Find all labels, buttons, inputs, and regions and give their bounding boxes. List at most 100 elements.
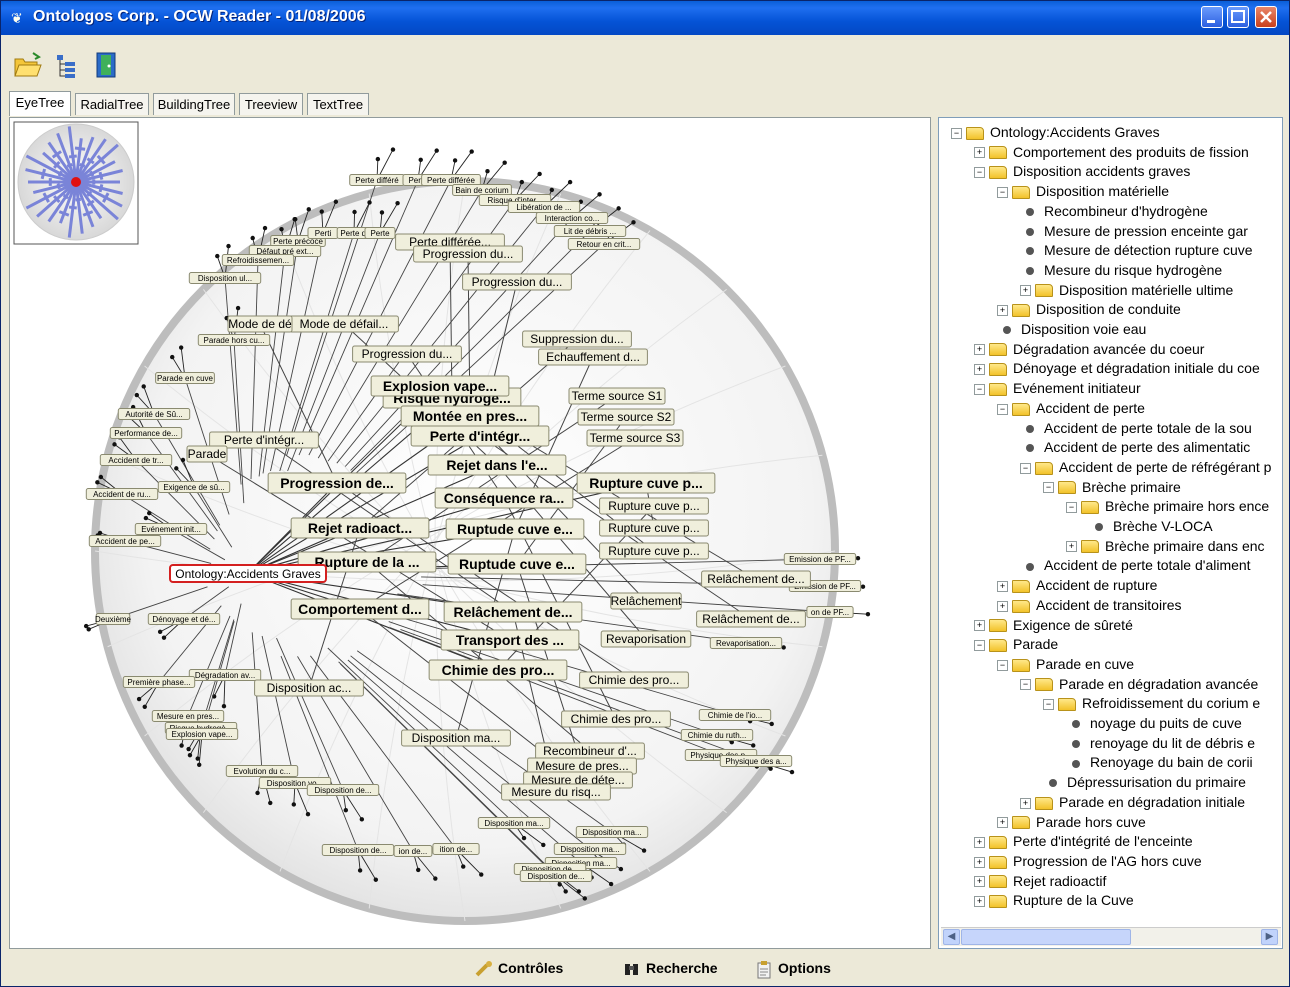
tree-leaf-node[interactable]: Recombineur d'hydrogène (1020, 201, 1208, 221)
options-button[interactable]: Options (755, 959, 831, 979)
graph-node-medium[interactable]: Mode de défail... (289, 315, 399, 333)
eyetree-canvas[interactable]: Perte différé Perte Perte différée Bain de … (9, 117, 931, 949)
graph-node-small[interactable]: Parade en cuve (155, 372, 215, 384)
search-button[interactable]: Recherche (623, 959, 718, 977)
graph-node-small[interactable]: Parade hors cu... (197, 334, 271, 346)
graph-node-small[interactable]: Perte différée (421, 174, 481, 186)
expand-icon[interactable]: + (997, 600, 1008, 612)
tree-leaf-node[interactable]: Accident de perte des alimentatic (1020, 437, 1250, 457)
graph-node-small[interactable]: Chimie de l'io... (698, 709, 772, 721)
graph-node-small[interactable]: Revaporisation... (709, 637, 783, 649)
tree-folder-node[interactable]: + Dénoyage et dégradation initiale du coe (974, 358, 1260, 378)
graph-node-medium[interactable]: Rupture cuve p... (599, 542, 709, 560)
collapse-icon[interactable]: − (997, 403, 1008, 415)
graph-node-small[interactable]: Première phase... (122, 676, 196, 688)
graph-node-small[interactable]: Evolution du c... (225, 765, 299, 777)
graph-node-small[interactable]: ition de... (432, 843, 480, 855)
collapse-icon[interactable]: − (1043, 699, 1054, 711)
tree-leaf-node[interactable]: Brèche V-LOCA (1089, 516, 1213, 536)
expand-icon[interactable]: + (1066, 541, 1077, 553)
collapse-icon[interactable]: − (997, 659, 1008, 671)
open-folder-icon[interactable] (13, 51, 42, 79)
tree-folder-node[interactable]: − Brèche primaire hors ence (1066, 496, 1269, 516)
tree-folder-node[interactable]: − Evénement initiateur (974, 378, 1141, 398)
scroll-left-button[interactable]: ◀ (943, 929, 960, 945)
graph-node-medium[interactable]: Rupture cuve p... (599, 497, 709, 515)
tab-buildingtree[interactable]: BuildingTree (153, 93, 235, 115)
collapse-icon[interactable]: − (974, 383, 985, 395)
expand-icon[interactable]: + (974, 836, 985, 848)
graph-node-small[interactable]: Lit de débris ... (553, 225, 627, 237)
tree-leaf-node[interactable]: Renoyage du bain de corii (1066, 752, 1253, 772)
scroll-thumb[interactable] (961, 929, 1131, 945)
tree-leaf-node[interactable]: Mesure du risque hydrogène (1020, 260, 1222, 280)
graph-node-large[interactable]: Chimie des pro... (428, 659, 568, 681)
tree-folder-node[interactable]: + Rupture de la Cuve (974, 890, 1134, 910)
tab-eyetree[interactable]: EyeTree (9, 91, 71, 116)
graph-node-small[interactable]: Emission de PF... (783, 553, 857, 565)
graph-node-medium[interactable]: Chimie des pro... (561, 710, 671, 728)
collapse-icon[interactable]: − (1020, 679, 1031, 691)
graph-node-small[interactable]: Accident de tr... (99, 454, 173, 466)
tree-folder-node[interactable]: + Brèche primaire dans enc (1066, 536, 1265, 556)
graph-node-small[interactable]: Refroidissemen... (221, 254, 295, 266)
collapse-icon[interactable]: − (997, 186, 1008, 198)
tree-leaf-node[interactable]: Accident de perte totale d'aliment (1020, 555, 1251, 575)
graph-node-medium[interactable]: Suppression du... (522, 330, 632, 348)
graph-node-medium[interactable]: Mode de dé (227, 315, 293, 333)
collapse-icon[interactable]: − (1043, 482, 1054, 494)
collapse-icon[interactable]: − (951, 127, 962, 139)
graph-node-medium[interactable]: Disposition ma... (401, 729, 511, 747)
tree-folder-node[interactable]: + Perte d'intégrité de l'enceinte (974, 831, 1193, 851)
expand-icon[interactable]: + (997, 817, 1008, 829)
tree-leaf-node[interactable]: renoyage du lit de débris e (1066, 733, 1255, 753)
expand-icon[interactable]: + (974, 896, 985, 908)
tree-view-icon[interactable] (53, 51, 81, 79)
tree-folder-node[interactable]: + Dégradation avancée du coeur (974, 339, 1204, 359)
graph-node-small[interactable]: Bain de corium (452, 184, 512, 196)
tree-folder-node[interactable]: − Accident de perte de réfrégérant p (1020, 457, 1271, 477)
tree-folder-node[interactable]: + Disposition matérielle ultime (1020, 280, 1233, 300)
graph-node-large[interactable]: Ruptude cuve e... (445, 518, 585, 540)
graph-node-small[interactable]: Exigence de sû... (157, 481, 231, 493)
graph-node-small[interactable]: Retour en crit... (567, 238, 641, 250)
tree-leaf-node[interactable]: noyage du puits de cuve (1066, 713, 1242, 733)
graph-node-medium[interactable]: Recombineur d'... (535, 742, 645, 760)
tree-horizontal-scrollbar[interactable]: ◀ ▶ (941, 927, 1281, 946)
graph-node-large[interactable]: Rejet dans l'e... (427, 454, 567, 476)
graph-node-large[interactable]: Progression de... (267, 472, 407, 494)
graph-node-small[interactable]: Accident de pe... (88, 535, 162, 547)
graph-node-medium[interactable]: Parade (186, 445, 228, 463)
tree-folder-node[interactable]: + Rejet radioactif (974, 871, 1106, 891)
close-button[interactable] (1255, 6, 1277, 28)
collapse-icon[interactable]: − (1020, 462, 1031, 474)
scroll-right-button[interactable]: ▶ (1261, 929, 1278, 945)
graph-node-medium[interactable]: Progression du... (413, 245, 523, 263)
graph-node-small[interactable]: Physique des a... (719, 755, 793, 767)
tree-folder-node[interactable]: − Refroidissement du corium e (1043, 693, 1260, 713)
expand-icon[interactable]: + (974, 364, 985, 376)
graph-node-small[interactable]: Performance de... (109, 427, 183, 439)
graph-node-large[interactable]: Conséquence ra... (434, 487, 574, 509)
graph-node-small[interactable]: Disposition de... (321, 844, 395, 856)
graph-node-small[interactable]: Interaction co... (535, 212, 609, 224)
graph-node-large[interactable]: Rupture cuve p... (576, 472, 716, 494)
tree-leaf-node[interactable]: Disposition voie eau (997, 319, 1146, 339)
graph-node-small[interactable]: Dégradation av... (188, 669, 262, 681)
controls-button[interactable]: Contrôles (475, 959, 563, 977)
tree-folder-node[interactable]: + Parade en dégradation initiale (1020, 792, 1245, 812)
graph-node-small[interactable]: Evénement init... (134, 523, 208, 535)
graph-node-medium[interactable]: Disposition ac... (254, 679, 364, 697)
graph-node-small[interactable]: Disposition ma... (575, 826, 649, 838)
graph-node-medium[interactable]: Perte d'intégr... (209, 431, 319, 449)
expand-icon[interactable]: + (1020, 797, 1031, 809)
graph-node-small[interactable]: Disposition de... (519, 870, 593, 882)
graph-node-small[interactable]: Disposition ma... (553, 843, 627, 855)
graph-node-medium[interactable]: Rupture cuve p... (599, 519, 709, 537)
maximize-button[interactable] (1227, 6, 1249, 28)
tree-folder-node[interactable]: − Ontology:Accidents Graves (951, 122, 1160, 142)
tree-folder-node[interactable]: + Accident de rupture (997, 575, 1157, 595)
expand-icon[interactable]: + (974, 856, 985, 868)
graph-node-small[interactable]: Disposition ma... (477, 817, 551, 829)
tree-folder-node[interactable]: + Accident de transitoires (997, 595, 1182, 615)
